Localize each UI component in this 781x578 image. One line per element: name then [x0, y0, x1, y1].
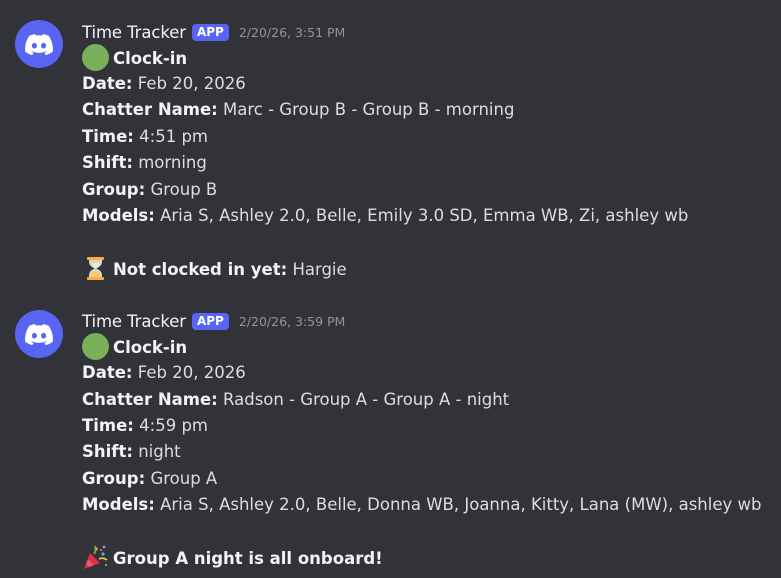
title-label: Clock-in — [113, 49, 188, 68]
avatar[interactable] — [15, 20, 63, 68]
field-value: Aria S, Ashley 2.0, Belle, Donna WB, Joa… — [160, 495, 762, 514]
field-time: Time: 4:51 pm — [82, 125, 208, 149]
hourglass-icon — [82, 255, 109, 282]
discord-logo-icon — [25, 323, 53, 345]
field-value: Aria S, Ashley 2.0, Belle, Emily 3.0 SD,… — [160, 206, 689, 225]
field-value: 4:51 pm — [139, 127, 209, 146]
field-shift: Shift: morning — [82, 151, 207, 175]
embed-footer: Group A night is all onboard! — [82, 544, 383, 571]
field-shift: Shift: night — [82, 440, 181, 464]
avatar[interactable] — [15, 310, 63, 358]
field-label: Shift: — [82, 153, 133, 172]
embed-title: Clock-in — [82, 333, 188, 360]
title-label: Clock-in — [113, 338, 188, 357]
field-date: Date: Feb 20, 2026 — [82, 361, 246, 385]
timestamp[interactable]: 2/20/26, 3:59 PM — [239, 314, 346, 329]
field-value: Marc - Group B - Group B - morning — [223, 100, 515, 119]
app-badge: APP — [191, 312, 229, 330]
field-label: Models: — [82, 206, 155, 225]
username[interactable]: Time Tracker — [82, 312, 186, 331]
field-date: Date: Feb 20, 2026 — [82, 72, 246, 96]
field-value: Radson - Group A - Group A - night — [223, 390, 510, 409]
field-label: Time: — [82, 127, 134, 146]
discord-logo-icon — [25, 33, 53, 55]
field-label: Chatter Name: — [82, 390, 218, 409]
message-header: Time Tracker APP 2/20/26, 3:51 PM — [82, 21, 345, 43]
embed-footer: Not clocked in yet: Hargie — [82, 257, 347, 281]
field-value: morning — [138, 153, 207, 172]
field-value: Feb 20, 2026 — [137, 74, 246, 93]
field-label: Time: — [82, 416, 134, 435]
field-label: Group: — [82, 180, 146, 199]
field-time: Time: 4:59 pm — [82, 414, 208, 438]
message-header: Time Tracker APP 2/20/26, 3:59 PM — [82, 310, 345, 332]
field-models: Models: Aria S, Ashley 2.0, Belle, Donna… — [82, 493, 761, 517]
timestamp[interactable]: 2/20/26, 3:51 PM — [239, 25, 346, 40]
field-chatter-name: Chatter Name: Radson - Group A - Group A… — [82, 388, 509, 412]
field-group: Group: Group B — [82, 178, 217, 202]
field-label: Shift: — [82, 442, 133, 461]
field-value: 4:59 pm — [139, 416, 209, 435]
username[interactable]: Time Tracker — [82, 23, 186, 42]
field-label: Date: — [82, 74, 133, 93]
field-label: Date: — [82, 363, 133, 382]
field-label: Chatter Name: — [82, 100, 218, 119]
footer-label: Not clocked in yet: — [113, 260, 288, 279]
footer-label: Group A night is all onboard! — [113, 549, 383, 568]
field-value: night — [138, 442, 181, 461]
field-chatter-name: Chatter Name: Marc - Group B - Group B -… — [82, 98, 514, 122]
footer-value: Hargie — [292, 260, 347, 279]
field-label: Group: — [82, 469, 146, 488]
field-value: Group B — [150, 180, 218, 199]
green-circle-icon — [82, 333, 109, 360]
field-value: Feb 20, 2026 — [137, 363, 246, 382]
app-badge: APP — [191, 23, 229, 41]
field-label: Models: — [82, 495, 155, 514]
field-models: Models: Aria S, Ashley 2.0, Belle, Emily… — [82, 204, 688, 228]
embed-title: Clock-in — [82, 44, 188, 71]
field-group: Group: Group A — [82, 467, 217, 491]
field-value: Group A — [150, 469, 218, 488]
party-popper-icon — [82, 544, 109, 571]
green-circle-icon — [82, 44, 109, 71]
